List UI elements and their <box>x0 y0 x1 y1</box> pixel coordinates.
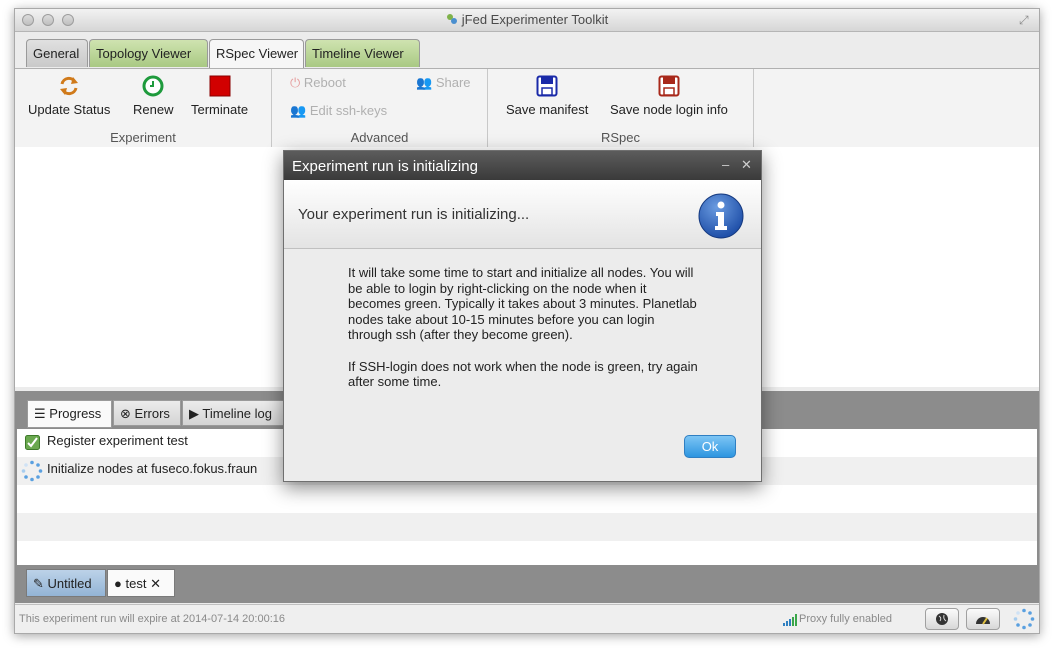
tab-timeline-viewer[interactable]: Timeline Viewer <box>305 39 420 67</box>
experiment-tab-bar: ✎ Untitled ● test ✕ <box>15 567 1039 603</box>
terminate-button[interactable]: Terminate <box>191 75 248 117</box>
tab-rspec-viewer-label: RSpec Viewer <box>216 46 299 61</box>
clock-icon <box>142 75 164 97</box>
speedometer-button[interactable] <box>966 608 1000 630</box>
update-status-button[interactable]: Update Status <box>28 75 110 117</box>
loading-spinner-icon <box>1013 608 1035 630</box>
advanced-group-title: Advanced <box>350 130 409 145</box>
info-icon <box>698 193 744 239</box>
share-button[interactable]: 👥 Share <box>416 75 471 91</box>
tab-timeline-log-label: Timeline log <box>202 406 272 421</box>
close-icon[interactable]: ✕ <box>741 157 752 173</box>
dialog-header-text: Your experiment run is initializing... <box>298 206 530 223</box>
tab-general-label: General <box>33 46 80 61</box>
tab-errors-label: Errors <box>134 406 170 421</box>
progress-item-text: Register experiment test <box>47 433 188 448</box>
save-node-login-info-label: Save node login info <box>610 102 728 117</box>
jfed-logo-icon <box>446 14 457 24</box>
experiment-group-title: Experiment <box>110 130 176 145</box>
tab-progress[interactable]: ☰ Progress <box>27 400 112 428</box>
tab-untitled-label: Untitled <box>47 576 92 591</box>
tab-topology-viewer[interactable]: Topology Viewer <box>89 39 208 67</box>
reboot-label: Reboot <box>303 75 346 90</box>
reboot-button[interactable]: ⏻ Reboot <box>290 75 346 91</box>
update-status-label: Update Status <box>28 102 111 117</box>
edit-ssh-keys-label: Edit ssh-keys <box>309 103 388 118</box>
tab-test[interactable]: ● test ✕ <box>107 569 175 597</box>
tab-progress-label: Progress <box>49 406 102 421</box>
save-red-icon <box>658 75 680 97</box>
minimize-icon[interactable]: – <box>722 157 729 172</box>
fullscreen-icon[interactable]: ⤢ <box>1019 13 1033 27</box>
dialog-header: Your experiment run is initializing... <box>284 180 761 249</box>
checkbox-checked-icon <box>25 435 40 450</box>
list-item <box>17 513 1037 541</box>
ok-button[interactable]: Ok <box>684 435 736 458</box>
users-key-icon: 👥 <box>290 103 307 118</box>
terminate-label: Terminate <box>191 102 249 117</box>
dialog-paragraph-1: It will take some time to start and init… <box>348 265 697 342</box>
power-icon: ⏻ <box>290 75 301 90</box>
tab-general[interactable]: General <box>26 39 88 67</box>
dialog-title: Experiment run is initializing <box>292 158 478 175</box>
play-circle-icon: ● <box>114 576 122 591</box>
rspec-group: Save manifest Save node login info RSpec <box>488 69 754 147</box>
save-manifest-button[interactable]: Save manifest <box>506 75 588 117</box>
error-icon: ⊗ <box>120 406 131 421</box>
tab-errors[interactable]: ⊗ Errors <box>113 400 181 426</box>
proxy-status-text: Proxy fully enabled <box>799 613 892 625</box>
list-item <box>17 485 1037 513</box>
save-icon <box>536 75 558 97</box>
dialog-message: It will take some time to start and init… <box>348 265 698 406</box>
tab-topology-viewer-label: Topology Viewer <box>96 46 192 61</box>
spinner-icon <box>21 460 43 482</box>
advanced-group: ⏻ Reboot 👥 Share 👥 Edit ssh-keys Advance… <box>272 69 488 147</box>
users-icon: 👥 <box>416 75 433 90</box>
experiment-group: Update Status Renew Terminate Experiment <box>15 69 272 147</box>
rspec-group-title: RSpec <box>600 130 641 145</box>
window-title: jFed Experimenter Toolkit <box>461 12 609 27</box>
tab-timeline-log[interactable]: ▶ Timeline log <box>182 400 284 426</box>
progress-item-text: Initialize nodes at fuseco.fokus.fraun <box>47 461 258 476</box>
tab-untitled[interactable]: ✎ Untitled <box>26 569 106 597</box>
globe-button[interactable] <box>925 608 959 630</box>
edit-icon: ✎ <box>33 576 44 591</box>
refresh-icon <box>60 76 79 96</box>
tab-rspec-viewer[interactable]: RSpec Viewer <box>209 39 304 69</box>
window-title-container: jFed Experimenter Toolkit <box>15 12 1039 27</box>
save-node-login-info-button[interactable]: Save node login info <box>610 75 728 117</box>
tab-test-label: test <box>125 576 147 591</box>
initializing-dialog: Experiment run is initializing – ✕ Your … <box>283 150 762 482</box>
dialog-paragraph-2: If SSH-login does not work when the node… <box>348 358 698 390</box>
globe-icon <box>936 613 948 625</box>
stop-icon <box>209 75 231 97</box>
share-label: Share <box>435 75 471 90</box>
ribbon-toolbar: Update Status Renew Terminate Experiment… <box>15 68 1039 148</box>
title-bar: jFed Experimenter Toolkit ⤢ <box>15 9 1039 32</box>
speedometer-icon <box>976 617 990 625</box>
edit-ssh-keys-button[interactable]: 👥 Edit ssh-keys <box>290 103 387 119</box>
expiry-text: This experiment run will expire at 2014-… <box>19 613 285 625</box>
tab-timeline-viewer-label: Timeline Viewer <box>312 46 404 61</box>
play-box-icon: ▶ <box>189 406 199 421</box>
list-icon: ☰ <box>34 406 46 421</box>
renew-button[interactable]: Renew <box>133 75 173 117</box>
signal-icon <box>783 614 797 626</box>
renew-label: Renew <box>133 102 174 117</box>
status-bar: This experiment run will expire at 2014-… <box>15 604 1039 633</box>
save-manifest-label: Save manifest <box>506 102 589 117</box>
close-tab-icon[interactable]: ✕ <box>150 576 161 591</box>
dialog-title-bar: Experiment run is initializing – ✕ <box>284 151 761 180</box>
